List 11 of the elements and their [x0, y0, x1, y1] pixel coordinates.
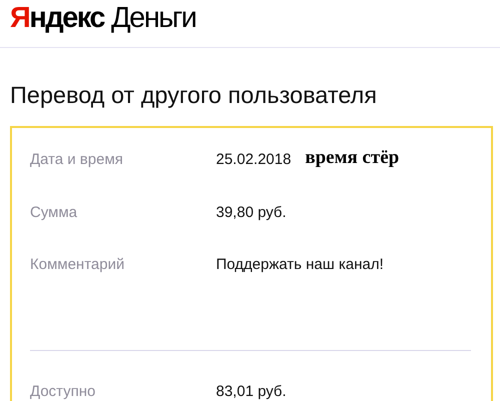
field-value: 25.02.2018	[216, 150, 292, 170]
overlay-note: время стёр	[305, 149, 400, 167]
field-label: Дата и время	[30, 150, 124, 170]
field-value: Поддержать наш канал!	[216, 255, 384, 275]
field-value: 39,80 руб.	[216, 202, 286, 222]
field-label: Комментарий	[30, 255, 126, 275]
page-title: Перевод от другого пользователя	[10, 81, 378, 109]
field-label: Сумма	[30, 202, 78, 222]
field-value: 83,01 руб.	[216, 382, 286, 401]
logo-text: Яндекс Деньги	[10, 2, 196, 34]
field-label: Доступно	[30, 382, 96, 401]
